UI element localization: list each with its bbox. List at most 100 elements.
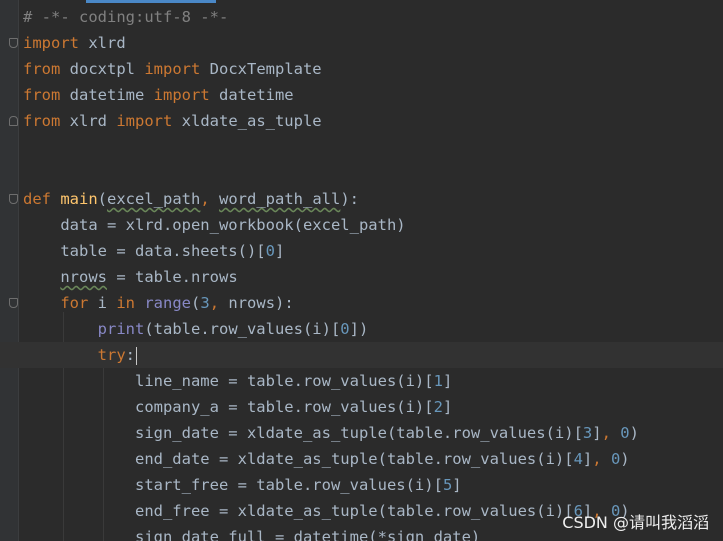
code-token: ) bbox=[629, 424, 639, 442]
code-line-text: company_a = table.row_values(i)[2] bbox=[23, 394, 452, 420]
code-token: range bbox=[144, 294, 192, 312]
code-token: 3 bbox=[200, 294, 210, 312]
code-line[interactable]: print(table.row_values(i)[0]) bbox=[0, 316, 723, 342]
code-token: import bbox=[23, 34, 79, 52]
code-token: ( bbox=[97, 190, 108, 208]
code-line-text: from xlrd import xldate_as_tuple bbox=[23, 108, 322, 134]
code-line[interactable]: company_a = table.row_values(i)[2] bbox=[0, 394, 723, 420]
code-token: from bbox=[23, 60, 61, 78]
code-line[interactable]: # -*- coding:utf-8 -*- bbox=[0, 4, 723, 30]
code-token: ] bbox=[452, 476, 462, 494]
code-token: in bbox=[116, 294, 135, 312]
code-editor[interactable]: # -*- coding:utf-8 -*- import xlrd from do… bbox=[0, 0, 723, 541]
code-token: from bbox=[23, 112, 61, 130]
code-line-text: # -*- coding:utf-8 -*- bbox=[23, 4, 228, 30]
code-token: , bbox=[200, 190, 220, 208]
code-token: start_free = table.row_values(i)[ bbox=[23, 476, 443, 494]
code-line[interactable]: def main(excel_path, word_path_all): bbox=[0, 186, 723, 212]
code-line-text: nrows = table.nrows bbox=[23, 264, 238, 290]
code-line[interactable]: import xlrd bbox=[0, 30, 723, 56]
code-line-text: for i in range(3, nrows): bbox=[23, 290, 294, 316]
code-token: end_free = xldate_as_tuple(table.row_val… bbox=[23, 502, 574, 520]
code-token: line_name = table.row_values(i)[ bbox=[23, 372, 434, 390]
code-line[interactable]: nrows = table.nrows bbox=[0, 264, 723, 290]
code-line-text: data = xlrd.open_workbook(excel_path) bbox=[23, 212, 406, 238]
code-token: sign_date_full = datetime(*sign_date) bbox=[23, 528, 481, 541]
code-line-text: start_free = table.row_values(i)[5] bbox=[23, 472, 462, 498]
code-line-text: line_name = table.row_values(i)[1] bbox=[23, 368, 452, 394]
code-token: 0 bbox=[340, 320, 350, 338]
code-token: ] bbox=[582, 450, 593, 468]
code-line[interactable]: start_free = table.row_values(i)[5] bbox=[0, 472, 723, 498]
code-line[interactable] bbox=[0, 134, 723, 160]
code-line[interactable]: from datetime import datetime bbox=[0, 82, 723, 108]
text-caret bbox=[136, 346, 137, 365]
code-token: table = data.sheets()[ bbox=[23, 242, 266, 260]
code-token: : bbox=[125, 346, 135, 364]
code-token: , bbox=[601, 424, 621, 442]
code-token: nrows): bbox=[228, 294, 294, 312]
code-line[interactable]: from xlrd import xldate_as_tuple bbox=[0, 108, 723, 134]
code-line-text: try: bbox=[23, 342, 137, 368]
code-token: try bbox=[97, 346, 126, 364]
code-token: word_path_all bbox=[219, 190, 341, 208]
code-token: excel_path bbox=[107, 190, 201, 208]
code-line-text: from datetime import datetime bbox=[23, 82, 294, 108]
code-token: xlrd bbox=[79, 34, 126, 52]
code-line[interactable]: from docxtpl import DocxTemplate bbox=[0, 56, 723, 82]
code-token: (table.row_values(i)[ bbox=[144, 320, 341, 338]
code-token: ]) bbox=[349, 320, 369, 338]
code-token: datetime bbox=[209, 86, 294, 104]
code-token: data = xlrd.open_workbook(excel_path) bbox=[23, 216, 406, 234]
code-line[interactable]: data = xlrd.open_workbook(excel_path) bbox=[0, 212, 723, 238]
code-token: 0 bbox=[265, 242, 275, 260]
code-token: main bbox=[60, 190, 98, 208]
code-token: docxtpl bbox=[60, 60, 145, 78]
code-token: # -*- coding:utf-8 -*- bbox=[23, 8, 229, 26]
code-token: company_a = table.row_values(i)[ bbox=[23, 398, 434, 416]
code-token: sign_date = xldate_as_tuple(table.row_va… bbox=[23, 424, 583, 442]
code-token: , bbox=[209, 294, 229, 312]
code-line[interactable]: sign_date = xldate_as_tuple(table.row_va… bbox=[0, 420, 723, 446]
code-token: i bbox=[88, 294, 117, 312]
code-token: 2 bbox=[433, 398, 443, 416]
editor-tab-indicator bbox=[86, 0, 216, 3]
code-line[interactable] bbox=[0, 160, 723, 186]
code-token: import bbox=[144, 60, 201, 78]
code-line-text: end_date = xldate_as_tuple(table.row_val… bbox=[23, 446, 630, 472]
code-token: nrows bbox=[60, 268, 107, 286]
code-line[interactable]: try: bbox=[0, 342, 723, 368]
code-token: 5 bbox=[442, 476, 453, 494]
code-token: print bbox=[97, 320, 145, 338]
code-token: ] bbox=[442, 398, 453, 416]
code-token: DocxTemplate bbox=[200, 60, 322, 78]
code-token: 0 bbox=[610, 450, 621, 468]
code-token: 4 bbox=[573, 450, 583, 468]
code-token: xlrd bbox=[60, 112, 117, 130]
code-token: = table.nrows bbox=[107, 268, 238, 286]
code-token: 1 bbox=[433, 372, 443, 390]
code-line[interactable]: table = data.sheets()[0] bbox=[0, 238, 723, 264]
watermark-text: CSDN @请叫我滔滔 bbox=[562, 513, 709, 532]
code-token: datetime bbox=[60, 86, 154, 104]
code-line[interactable]: end_date = xldate_as_tuple(table.row_val… bbox=[0, 446, 723, 472]
code-token: import bbox=[116, 112, 173, 130]
code-line-text: sign_date_full = datetime(*sign_date) bbox=[23, 524, 480, 541]
code-token: xldate_as_tuple bbox=[172, 112, 322, 130]
code-token: end_date = xldate_as_tuple(table.row_val… bbox=[23, 450, 574, 468]
code-line[interactable]: for i in range(3, nrows): bbox=[0, 290, 723, 316]
code-line-text: print(table.row_values(i)[0]) bbox=[23, 316, 369, 342]
code-token: ): bbox=[340, 190, 360, 208]
code-line-text: end_free = xldate_as_tuple(table.row_val… bbox=[23, 498, 630, 524]
code-line-text: from docxtpl import DocxTemplate bbox=[23, 56, 322, 82]
code-line-text: import xlrd bbox=[23, 30, 126, 56]
code-token: ( bbox=[191, 294, 201, 312]
code-token: ] bbox=[274, 242, 285, 260]
code-token: 0 bbox=[620, 424, 630, 442]
code-line[interactable]: line_name = table.row_values(i)[1] bbox=[0, 368, 723, 394]
